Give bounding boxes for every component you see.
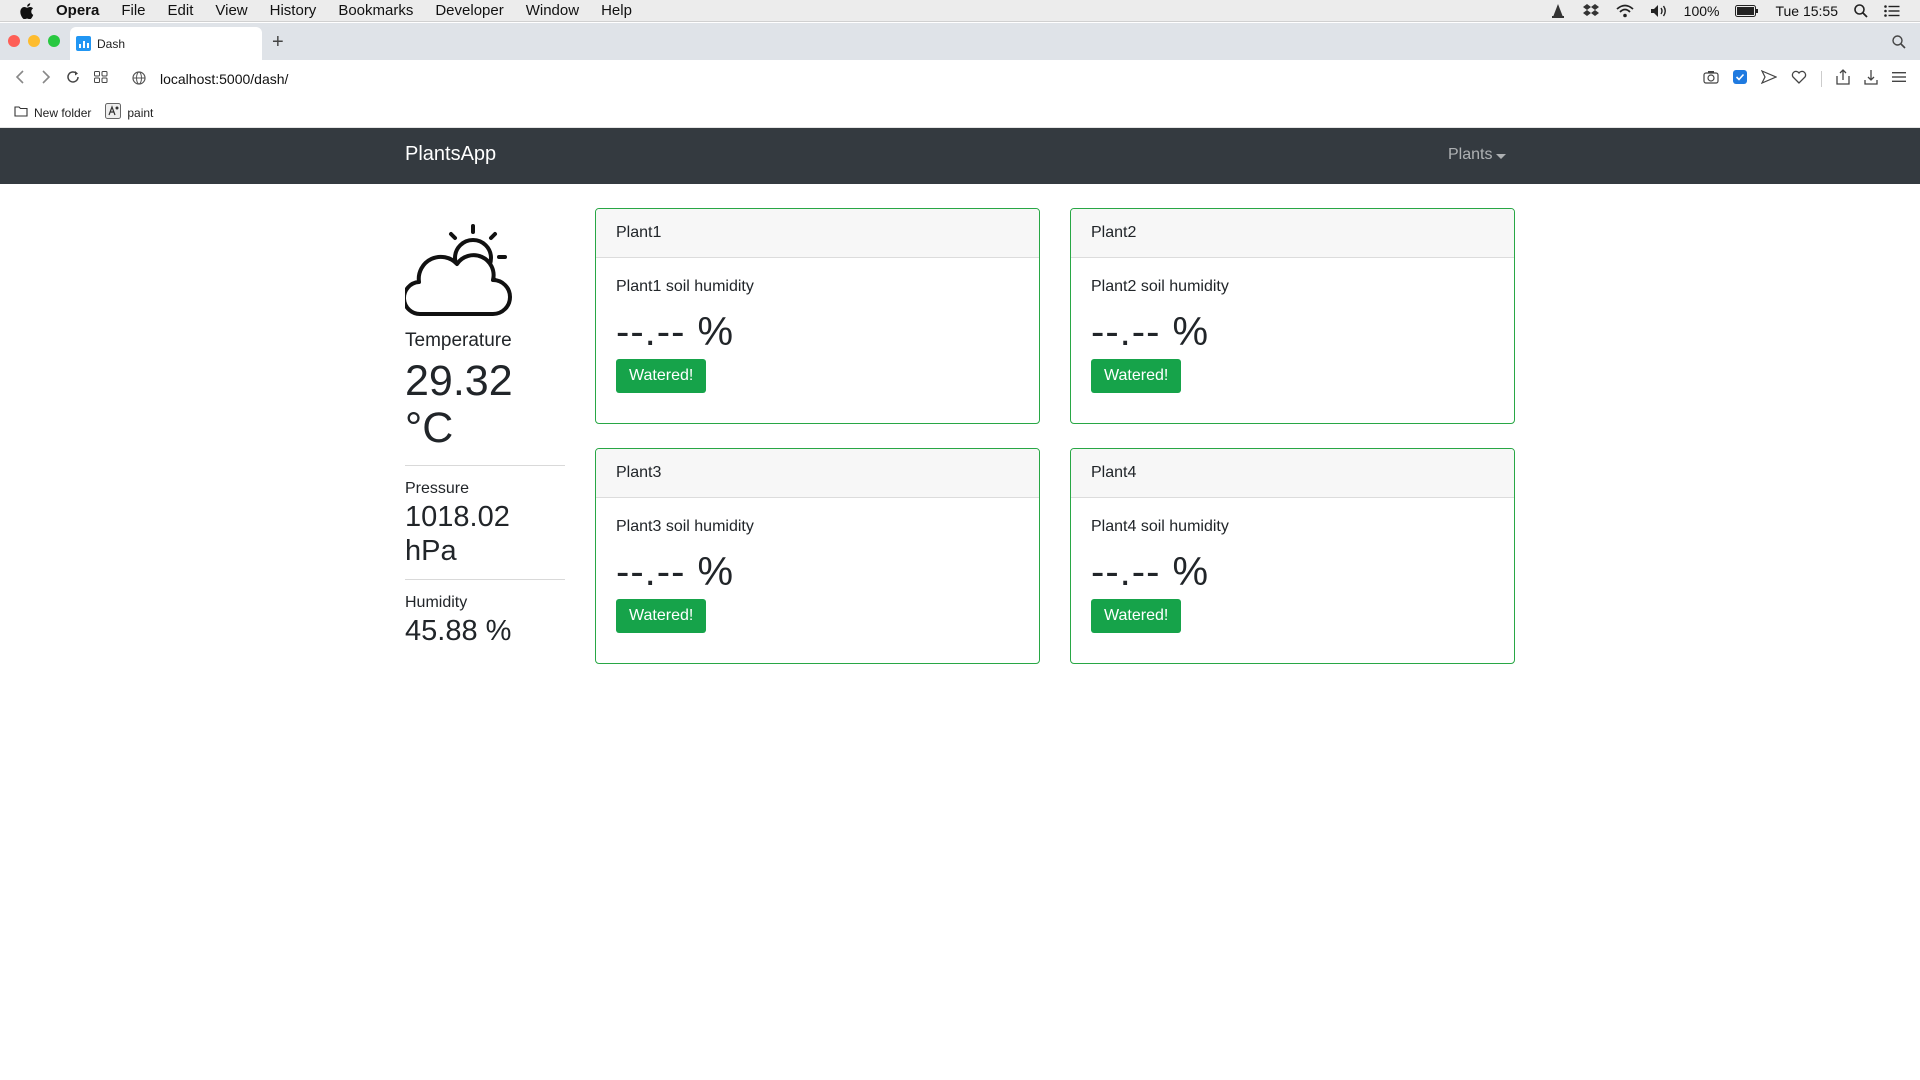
soil-humidity-value: --.-- % (1091, 550, 1210, 594)
forward-icon[interactable] (40, 69, 52, 89)
reload-icon[interactable] (66, 70, 80, 89)
menu-edit[interactable]: Edit (168, 2, 194, 19)
address-bar-row: localhost:5000/dash/ (0, 60, 1920, 98)
soil-humidity-value: --.-- % (616, 550, 735, 594)
menu-help[interactable]: Help (601, 2, 632, 19)
temperature-label: Temperature (405, 330, 512, 351)
divider (405, 464, 565, 466)
clock[interactable]: Tue 15:55 (1775, 3, 1838, 19)
bookmark-paint[interactable]: paint (105, 103, 153, 122)
menu-view[interactable]: View (215, 2, 247, 19)
bookmark-label: New folder (34, 105, 92, 120)
tab-search-icon[interactable] (1892, 35, 1906, 54)
soil-humidity-title: Plant1 soil humidity (616, 278, 754, 295)
volume-icon[interactable] (1650, 4, 1668, 18)
folder-icon (14, 105, 28, 120)
plant-card-body: Plant1 soil humidity --.-- % Watered! (596, 258, 1039, 413)
bookmarks-bar: New folder paint (0, 98, 1920, 128)
vpn-shield-icon[interactable] (1733, 69, 1747, 89)
minimize-window-button[interactable] (28, 35, 40, 47)
wifi-icon[interactable] (1616, 4, 1634, 18)
plants-dropdown-label: Plants (1448, 146, 1493, 163)
menu-bookmarks[interactable]: Bookmarks (338, 2, 413, 19)
temperature-value: 29.32 °C (405, 357, 513, 453)
speed-dial-icon[interactable] (94, 70, 108, 88)
tab-dash[interactable]: Dash (70, 27, 262, 60)
plant-card-1: Plant1 Plant1 soil humidity --.-- % Wate… (595, 208, 1040, 424)
soil-humidity-title: Plant3 soil humidity (616, 518, 754, 535)
snapshot-camera-icon[interactable] (1703, 70, 1719, 89)
window-controls (8, 35, 60, 47)
browser-tab-strip: Dash + (0, 23, 1920, 60)
easy-setup-menu-icon[interactable] (1892, 70, 1906, 88)
status-area: 100% Tue 15:55 (1550, 3, 1900, 19)
plant-card-3: Plant3 Plant3 soil humidity --.-- % Wate… (595, 448, 1040, 664)
url-text[interactable]: localhost:5000/dash/ (160, 71, 288, 87)
plant-card-body: Plant4 soil humidity --.-- % Watered! (1071, 498, 1514, 653)
plant-card-body: Plant2 soil humidity --.-- % Watered! (1071, 258, 1514, 413)
battery-percent: 100% (1683, 2, 1720, 19)
divider (405, 579, 565, 581)
weather-panel: Temperature 29.32 °C Pressure 1018.02 hP… (402, 220, 565, 649)
soil-humidity-value: --.-- % (616, 310, 735, 354)
menu-history[interactable]: History (270, 2, 317, 19)
navigation-controls (14, 69, 108, 89)
dropbox-icon[interactable] (1582, 3, 1600, 19)
plant-card-header: Plant1 (596, 209, 1039, 258)
caret-down-icon (1496, 153, 1507, 159)
plant-card-header: Plant2 (1071, 209, 1514, 258)
bookmark-heart-icon[interactable] (1791, 70, 1807, 89)
downloads-icon[interactable] (1864, 69, 1878, 90)
menu-file[interactable]: File (121, 2, 145, 19)
watered-button[interactable]: Watered! (1091, 599, 1182, 633)
url-field[interactable]: localhost:5000/dash/ (132, 70, 288, 88)
tab-title: Dash (97, 36, 126, 51)
paint-bookmark-icon (105, 103, 122, 122)
pressure-value: 1018.02 hPa (405, 500, 510, 568)
vlc-cone-icon[interactable] (1550, 3, 1566, 19)
notification-center-icon[interactable] (1884, 4, 1900, 17)
soil-humidity-title: Plant2 soil humidity (1091, 278, 1229, 295)
plant-card-header: Plant3 (596, 449, 1039, 498)
watered-button[interactable]: Watered! (616, 359, 707, 393)
plants-dropdown[interactable]: Plants (1448, 146, 1507, 164)
watered-button[interactable]: Watered! (1091, 359, 1182, 393)
partly-cloudy-icon (402, 220, 525, 320)
dash-favicon-icon (76, 36, 91, 51)
bookmark-label: paint (127, 105, 154, 120)
humidity-value: 45.88 % (405, 615, 512, 648)
send-flow-icon[interactable] (1760, 69, 1778, 89)
soil-humidity-title: Plant4 soil humidity (1091, 518, 1229, 535)
macos-menu-bar: Opera File Edit View History Bookmarks D… (0, 0, 1920, 22)
app-navbar: PlantsApp Plants (0, 128, 1920, 184)
humidity-label: Humidity (405, 594, 468, 612)
browser-toolbar (1703, 68, 1906, 90)
spotlight-search-icon[interactable] (1854, 3, 1868, 18)
zoom-window-button[interactable] (48, 35, 60, 47)
close-window-button[interactable] (8, 35, 20, 47)
menu-window[interactable]: Window (526, 2, 579, 19)
toolbar-divider (1821, 71, 1822, 87)
back-icon[interactable] (14, 69, 26, 89)
brand-logo-text[interactable]: PlantsApp (405, 143, 496, 166)
soil-humidity-value: --.-- % (1091, 310, 1210, 354)
bookmark-new-folder[interactable]: New folder (14, 105, 91, 120)
new-tab-button[interactable]: + (272, 31, 284, 54)
site-info-globe-icon[interactable] (132, 70, 146, 88)
plant-card-body: Plant3 soil humidity --.-- % Watered! (596, 498, 1039, 653)
menu-developer[interactable]: Developer (435, 2, 503, 19)
menu-app-name[interactable]: Opera (56, 2, 99, 19)
apple-icon[interactable] (20, 2, 38, 19)
plant-card-2: Plant2 Plant2 soil humidity --.-- % Wate… (1070, 208, 1515, 424)
plant-card-4: Plant4 Plant4 soil humidity --.-- % Wate… (1070, 448, 1515, 664)
share-icon[interactable] (1836, 68, 1850, 90)
battery-icon[interactable] (1735, 4, 1759, 17)
plant-card-header: Plant4 (1071, 449, 1514, 498)
pressure-label: Pressure (405, 479, 470, 497)
watered-button[interactable]: Watered! (616, 599, 707, 633)
